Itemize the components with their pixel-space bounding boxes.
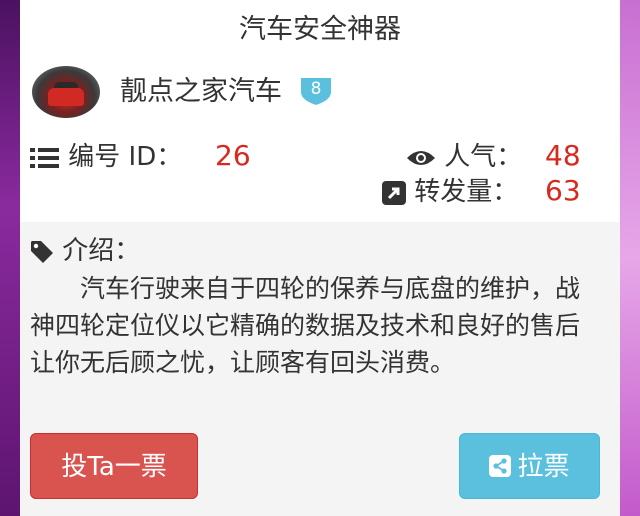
intro-text: 汽车行驶来自于四轮的保养与底盘的维护，战神四轮定位仪以它精确的数据及技术和良好的… — [30, 274, 581, 377]
car-body-shape — [48, 88, 84, 106]
level-value: 8 — [310, 79, 322, 99]
page-title: 汽车安全神器 — [239, 14, 401, 45]
entry-header: 汽车安全神器 靓点之家汽车 8 编号 ID： 26 人气： 48 转发量： 63 — [20, 0, 620, 222]
left-decorative-border — [0, 0, 20, 516]
popularity-label: 人气： — [444, 142, 523, 172]
tag-icon — [31, 240, 53, 263]
list-icon — [30, 147, 59, 168]
level-badge: 8 — [299, 76, 333, 106]
canvass-button-label: 拉票 — [517, 452, 570, 482]
canvass-button[interactable]: 拉票 — [459, 433, 600, 499]
popularity-value: 48 — [545, 139, 581, 172]
shop-name: 靓点之家汽车 — [120, 76, 282, 107]
share-square-icon — [382, 180, 406, 205]
eye-icon — [407, 150, 435, 165]
vote-button[interactable]: 投Ta一票 — [30, 433, 198, 499]
avatar — [32, 66, 100, 118]
share-icon — [489, 454, 512, 477]
entry-card: 汽车安全神器 靓点之家汽车 8 编号 ID： 26 人气： 48 转发量： 63… — [20, 0, 620, 516]
vote-button-label: 投Ta一票 — [61, 452, 167, 482]
id-label: 编号 ID： — [68, 142, 183, 172]
shares-value: 63 — [545, 174, 581, 207]
right-decorative-border — [620, 0, 640, 516]
intro-label: 介绍： — [62, 236, 141, 266]
intro-heading: 介绍： — [30, 233, 140, 269]
shares-label: 转发量： — [414, 177, 519, 207]
shares-row: 转发量： — [382, 174, 518, 210]
popularity-row: 人气： — [406, 139, 522, 175]
id-value: 26 — [215, 139, 251, 172]
id-row: 编号 ID： — [30, 139, 182, 175]
